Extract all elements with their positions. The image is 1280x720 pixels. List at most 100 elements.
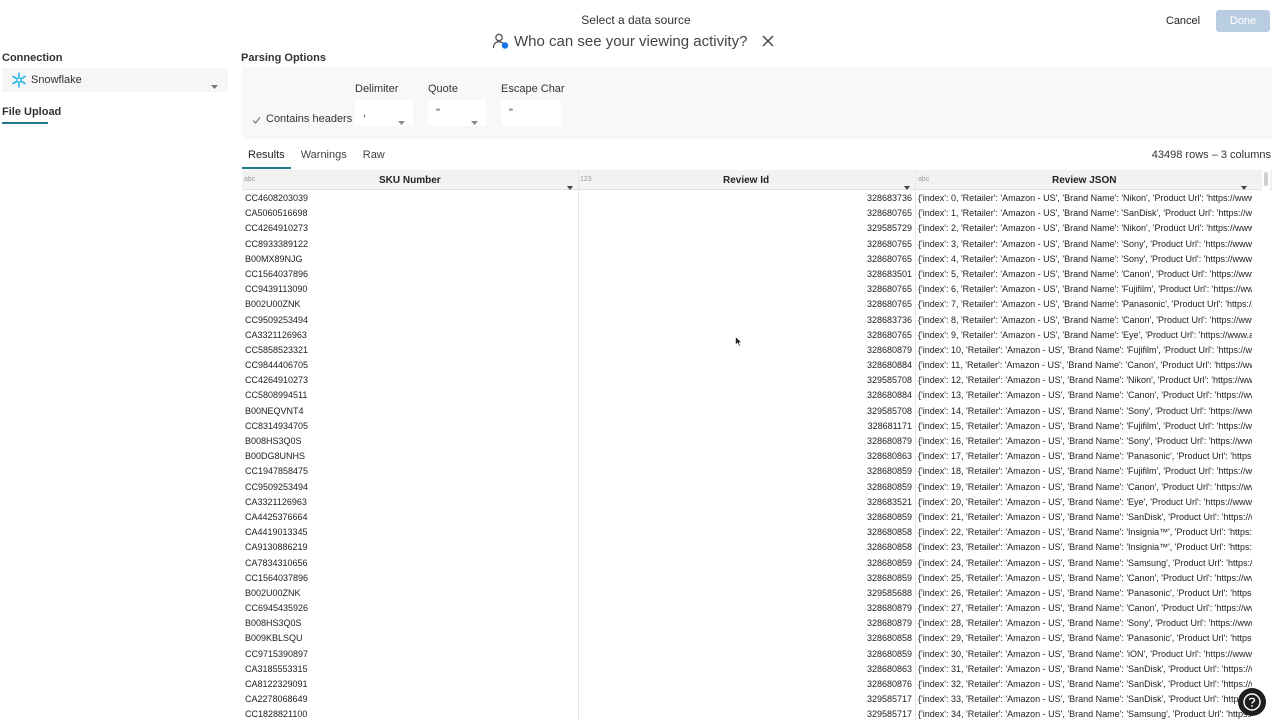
review-json-cell: {'index': 13, 'Retailer': 'Amazon - US',… (918, 390, 1252, 401)
column-header-review-json[interactable]: abc Review JSON (916, 170, 1252, 190)
connection-select[interactable]: Snowflake (2, 68, 228, 92)
table-row[interactable]: CA3321126963 328680765 {'index': 9, 'Retai… (242, 328, 1252, 343)
table-row[interactable]: B009KBLSQU 328680858 {'index': 29, 'Retail… (242, 631, 1252, 646)
file-upload-active-indicator (2, 122, 48, 124)
sku-number-cell: CA7834310656 (245, 557, 308, 568)
quote-label: Quote (428, 83, 458, 95)
table-row[interactable]: CC6945435926 328680879 {'index': 27, 'Reta… (242, 601, 1252, 616)
review-json-cell: {'index': 22, 'Retailer': 'Amazon - US',… (918, 527, 1252, 538)
table-row[interactable]: B002U00ZNK 329585688 {'index': 26, 'Retail… (242, 586, 1252, 601)
delimiter-select[interactable]: , (355, 100, 413, 126)
table-row[interactable]: CC8933389122 328680765 {'index': 3, 'Retai… (242, 237, 1252, 252)
grid-scrollbar[interactable] (1262, 170, 1270, 720)
review-id-cell: 328680858 (866, 542, 912, 553)
done-button[interactable]: Done (1216, 10, 1270, 32)
file-upload-nav[interactable]: File Upload (2, 106, 61, 118)
help-button[interactable] (1238, 688, 1266, 716)
review-json-cell: {'index': 11, 'Retailer': 'Amazon - US',… (918, 360, 1252, 371)
table-row[interactable]: CC4264910273 329585708 {'index': 12, 'Reta… (242, 373, 1252, 388)
table-row[interactable]: CC1564037896 328680859 {'index': 25, 'Reta… (242, 571, 1252, 586)
table-row[interactable]: CA4425376664 328680859 {'index': 21, 'Reta… (242, 510, 1252, 525)
mouse-cursor-icon (735, 334, 743, 352)
table-row[interactable]: CC1564037896 328683501 {'index': 5, 'Retai… (242, 267, 1252, 282)
column-type-label: abc (244, 176, 256, 183)
table-row[interactable]: CA2278068649 329585717 {'index': 33, 'Reta… (242, 692, 1252, 707)
review-id-cell: 328680765 (866, 208, 912, 219)
table-row[interactable]: B00DG8UNHS 328680863 {'index': 17, 'Retail… (242, 449, 1252, 464)
table-row[interactable]: CA9130886219 328680858 {'index': 23, 'Reta… (242, 540, 1252, 555)
sku-number-cell: CA8122329091 (245, 679, 308, 689)
close-icon[interactable] (760, 33, 776, 49)
review-json-cell: {'index': 16, 'Retailer': 'Amazon - US',… (918, 436, 1252, 446)
sku-number-cell: B00NEQVNT4 (245, 405, 304, 416)
table-row[interactable]: CA3185553315 328680863 {'index': 31, 'Reta… (242, 662, 1252, 677)
review-id-cell: 328681171 (867, 420, 912, 431)
table-row[interactable]: CA3321126963 328683521 {'index': 20, 'Reta… (242, 495, 1252, 510)
sku-number-cell: CC5808994511 (245, 390, 308, 401)
table-row[interactable]: B008HS3Q0S 328680879 {'index': 28, 'Retail… (242, 616, 1252, 631)
table-row[interactable]: CC1947858475 328680859 {'index': 18, 'Reta… (242, 464, 1252, 479)
table-row[interactable]: B008HS3Q0S 328680879 {'index': 16, 'Retail… (242, 434, 1252, 449)
review-id-cell: 328680765 (866, 238, 912, 249)
table-row[interactable]: CA8122329091 328680876 {'index': 32, 'Reta… (242, 677, 1252, 692)
table-row[interactable]: CC4264910273 329585729 {'index': 2, 'Retai… (242, 221, 1252, 236)
review-id-cell: 328680765 (866, 253, 912, 264)
sku-number-cell: CC9844406705 (245, 360, 309, 371)
contains-headers-checkbox[interactable] (251, 113, 262, 124)
column-header-review-id[interactable]: 123 Review Id (579, 170, 915, 190)
sku-number-cell: B002U00ZNK (245, 587, 301, 598)
review-id-cell: 328680879 (866, 603, 912, 614)
review-id-cell: 328680863 (866, 451, 912, 462)
chevron-down-icon (398, 110, 405, 136)
sku-number-cell: CC5858523321 (245, 344, 309, 355)
review-id-cell: 328680859 (866, 466, 912, 477)
column-type-label: 123 (580, 176, 592, 183)
review-json-cell: {'index': 32, 'Retailer': 'Amazon - US',… (918, 679, 1252, 689)
chevron-down-icon (211, 77, 218, 95)
review-id-cell: 328683501 (866, 268, 912, 279)
tab-raw[interactable]: Raw (357, 147, 391, 169)
review-id-cell: 328680879 (866, 344, 912, 355)
table-row[interactable]: CA5060516698 328680765 {'index': 1, 'Retai… (242, 206, 1252, 221)
table-row[interactable]: CC9509253494 328683736 {'index': 8, 'Retai… (242, 313, 1252, 328)
table-row[interactable]: B002U00ZNK 328680765 {'index': 7, 'Retaile… (242, 297, 1252, 312)
sku-number-cell: CC4264910273 (245, 223, 309, 234)
tab-results[interactable]: Results (242, 147, 291, 169)
sku-number-cell: CC1947858475 (245, 466, 309, 477)
table-row[interactable]: CC8314934705 328681171 {'index': 15, 'Reta… (242, 419, 1252, 434)
table-row[interactable]: CC9715390897 328680859 {'index': 30, 'Reta… (242, 647, 1252, 662)
cancel-button[interactable]: Cancel (1160, 11, 1206, 31)
table-row[interactable]: CA7834310656 328680859 {'index': 24, 'Reta… (242, 556, 1252, 571)
sku-number-cell: B008HS3Q0S (245, 436, 302, 446)
review-json-cell: {'index': 4, 'Retailer': 'Amazon - US', … (918, 253, 1252, 264)
table-row[interactable]: CC9844406705 328680884 {'index': 11, 'Reta… (242, 358, 1252, 373)
parsing-options-title: Parsing Options (241, 52, 326, 64)
quote-value: " (436, 107, 440, 119)
review-json-cell: {'index': 15, 'Retailer': 'Amazon - US',… (918, 420, 1252, 431)
table-row[interactable]: CC5808994511 328680884 {'index': 13, 'Reta… (242, 388, 1252, 403)
table-row[interactable]: B00MX89NJG 328680765 {'index': 4, 'Retaile… (242, 252, 1252, 267)
sku-number-cell: CC1828821100 (245, 709, 308, 720)
column-header-sku[interactable]: abc SKU Number (242, 170, 578, 190)
review-id-cell: 328680863 (866, 663, 912, 674)
table-row[interactable]: CC9509253494 328680859 {'index': 19, 'Reta… (242, 480, 1252, 495)
table-row[interactable]: CA4419013345 328680858 {'index': 22, 'Reta… (242, 525, 1252, 540)
sku-number-cell: B008HS3Q0S (245, 618, 302, 629)
tab-warnings[interactable]: Warnings (295, 147, 353, 169)
sku-number-cell: CC8314934705 (245, 420, 309, 431)
sku-number-cell: CC8933389122 (245, 238, 309, 249)
scrollbar-thumb[interactable] (1264, 172, 1268, 186)
table-row[interactable]: CC5858523321 328680879 {'index': 10, 'Reta… (242, 343, 1252, 358)
review-id-cell: 328683736 (866, 193, 912, 203)
table-row[interactable]: B00NEQVNT4 329585708 {'index': 14, 'Retail… (242, 404, 1252, 419)
table-row[interactable]: CC9439113090 328680765 {'index': 6, 'Retai… (242, 282, 1252, 297)
review-id-cell: 328680859 (866, 648, 912, 659)
table-row[interactable]: CC1828821100 329585717 {'index': 34, 'Reta… (242, 707, 1252, 720)
toast-message: Who can see your viewing activity? (514, 32, 748, 50)
sku-number-cell: CA3185553315 (245, 663, 308, 674)
table-row[interactable]: CC4608203039 328683736 {'index': 0, 'Retai… (242, 191, 1252, 206)
escape-char-input[interactable]: " (501, 100, 561, 126)
review-id-cell: 328680859 (866, 511, 912, 522)
quote-select[interactable]: " (428, 100, 486, 126)
review-json-cell: {'index': 7, 'Retailer': 'Amazon - US', … (918, 299, 1252, 310)
